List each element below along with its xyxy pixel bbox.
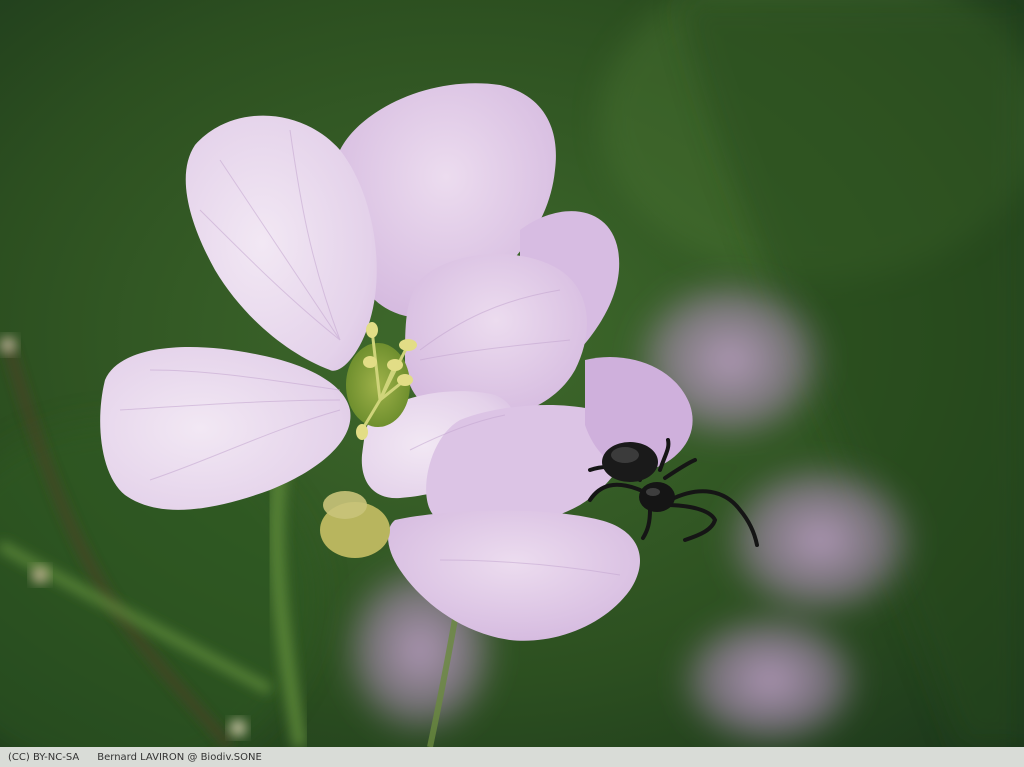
caption-bar: (CC) BY-NC-SA Bernard LAVIRON @ Biodiv.S… xyxy=(0,747,1024,767)
photo-credit: Bernard LAVIRON @ Biodiv.SONE xyxy=(97,751,262,763)
photo xyxy=(0,0,1024,747)
flower-photo-illustration xyxy=(0,0,1024,747)
license-label: (CC) BY-NC-SA xyxy=(8,751,80,763)
